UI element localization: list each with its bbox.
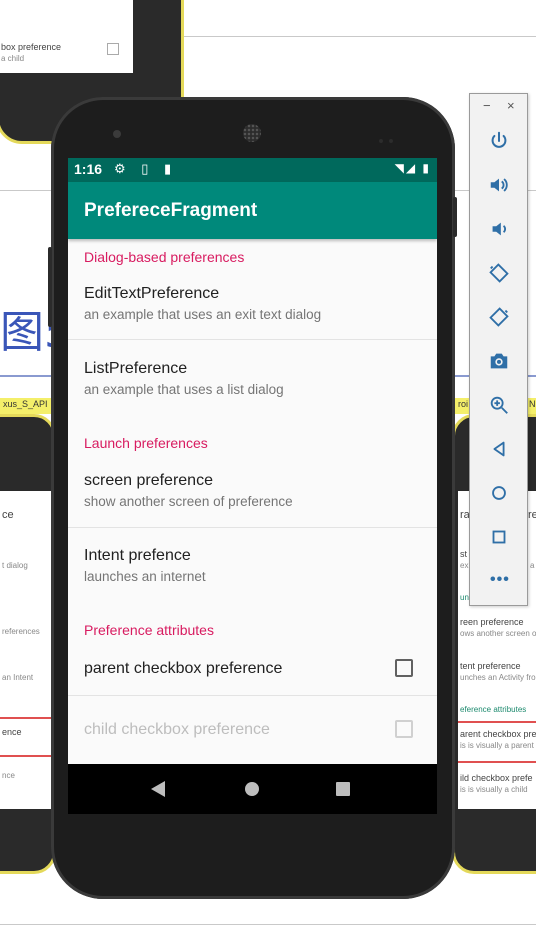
preference-title: child checkbox preference — [84, 721, 270, 738]
volume-up-button[interactable] — [482, 168, 516, 202]
highlight-line — [458, 761, 536, 763]
back-icon[interactable] — [151, 781, 165, 797]
rotate-left-icon — [489, 263, 509, 283]
background-text: an Intent — [2, 673, 34, 682]
screenshot-button[interactable] — [482, 344, 516, 378]
preference-title: parent checkbox preference — [84, 660, 283, 677]
device-screen: 1:16 ⚙ ▯ ▮ ◥◢ ▮ PrefereceFragment Dialog… — [68, 158, 437, 814]
category-launch: Launch preferences — [84, 435, 208, 451]
background-text: is is visually a child — [460, 785, 528, 794]
minimize-button[interactable]: − — [483, 98, 491, 113]
home-icon — [492, 486, 506, 500]
background-text: a child — [1, 54, 25, 63]
category-attributes: Preference attributes — [84, 622, 214, 638]
highlight-line — [458, 721, 536, 723]
preference-summary: an example that uses a list dialog — [84, 382, 284, 397]
overview-icon — [492, 530, 506, 544]
notification-icons: ⚙ ▯ ▮ — [114, 161, 178, 176]
preference-title: Intent prefence — [84, 547, 191, 564]
highlight-line — [0, 717, 53, 719]
background-phone-left: ce t dialog references an Intent ence nc… — [0, 414, 56, 874]
background-text: tent preference — [460, 661, 521, 671]
navigation-bar — [68, 764, 437, 814]
background-text: ild checkbox prefe — [460, 773, 533, 783]
background-text: t dialog — [2, 561, 28, 570]
background-text: eference attributes — [460, 705, 527, 714]
speaker-grille — [243, 124, 261, 142]
camera-icon — [490, 353, 508, 369]
power-button[interactable] — [482, 124, 516, 158]
child-checkbox — [395, 720, 413, 738]
signal-battery-icons: ◥◢ ▮ — [394, 161, 431, 175]
divider — [68, 695, 437, 696]
preference-summary: an example that uses an exit text dialog — [84, 307, 322, 322]
background-screen: box preference a child — [0, 0, 133, 73]
close-button[interactable]: × — [507, 98, 515, 113]
more-options-icon[interactable]: ••• — [490, 571, 510, 589]
status-time: 1:16 — [74, 161, 103, 177]
background-text: ence — [2, 727, 22, 737]
preference-title: screen preference — [84, 472, 213, 489]
category-dialog-based: Dialog-based preferences — [84, 249, 245, 265]
background-text: box preference — [1, 42, 62, 52]
power-key[interactable] — [453, 197, 457, 237]
preference-summary: show another screen of preference — [84, 494, 293, 509]
window-title-tab: xus_S_API — [0, 398, 52, 414]
volume-down-button[interactable] — [482, 212, 516, 246]
app-title: PrefereceFragment — [84, 200, 258, 221]
background-text: a — [530, 561, 535, 570]
background-checkbox — [107, 43, 119, 55]
background-text: nce — [2, 771, 15, 780]
preference-summary: launches an internet — [84, 569, 206, 584]
power-icon — [491, 131, 507, 148]
highlight-line — [0, 755, 53, 757]
background-text: ce — [2, 509, 14, 521]
preference-title: ListPreference — [84, 360, 188, 377]
divider — [68, 339, 437, 340]
zoom-icon — [490, 396, 508, 414]
android-emulator-phone: 1:16 ⚙ ▯ ▮ ◥◢ ▮ PrefereceFragment Dialog… — [48, 97, 457, 899]
volume-key[interactable] — [48, 247, 52, 327]
status-bar: 1:16 ⚙ ▯ ▮ ◥◢ ▮ — [68, 158, 437, 182]
background-text: ex — [460, 561, 469, 570]
background-text: re — [528, 509, 536, 521]
parent-checkbox[interactable] — [395, 659, 413, 677]
recents-icon[interactable] — [336, 782, 350, 796]
background-text: arent checkbox pref — [460, 729, 536, 739]
divider — [68, 527, 437, 528]
rotate-left-button[interactable] — [482, 256, 516, 290]
volume-down-icon — [492, 222, 506, 236]
rotate-right-icon — [489, 307, 509, 327]
background-text: ows another screen o — [460, 629, 536, 638]
zoom-button[interactable] — [482, 388, 516, 422]
background-text: references — [2, 627, 40, 636]
sensors — [379, 130, 399, 143]
app-bar: PrefereceFragment — [68, 182, 437, 239]
volume-up-icon — [490, 178, 508, 192]
front-camera — [113, 130, 121, 138]
home-icon[interactable] — [245, 782, 259, 796]
back-icon — [493, 441, 505, 457]
background-text: unches an Activity fro — [460, 673, 536, 682]
back-button[interactable] — [482, 432, 516, 466]
rotate-right-button[interactable] — [482, 300, 516, 334]
overview-button[interactable] — [482, 520, 516, 554]
background-text: reen preference — [460, 617, 524, 627]
preference-title: EditTextPreference — [84, 285, 220, 302]
divider — [0, 924, 536, 925]
emulator-toolbar: − × ••• — [469, 93, 528, 606]
background-screen: ce t dialog references an Intent ence nc… — [0, 491, 53, 809]
background-text: is is visually a parent — [460, 741, 534, 750]
home-button[interactable] — [482, 476, 516, 510]
